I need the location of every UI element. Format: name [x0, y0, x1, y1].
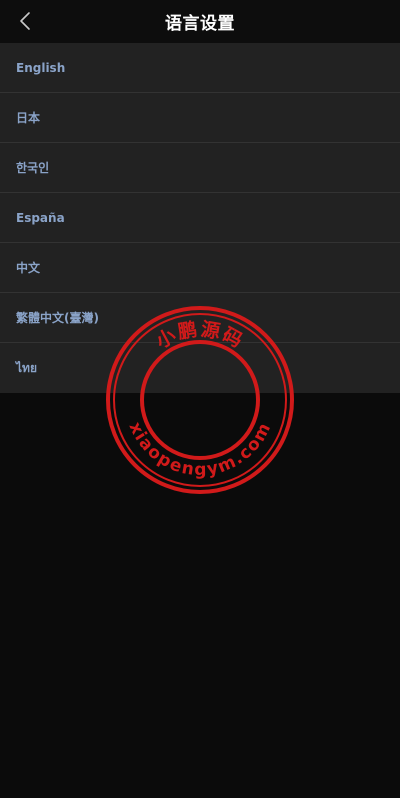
- language-label: 繁體中文(臺灣): [16, 311, 99, 325]
- language-list: English 日本 한국인 España 中文 繁體中文(臺灣) ไทย: [0, 43, 400, 393]
- header-bar: 语言设置: [0, 0, 400, 43]
- language-label: English: [16, 60, 66, 75]
- language-label: 한국인: [16, 161, 50, 175]
- language-label: España: [16, 210, 65, 225]
- language-label: ไทย: [16, 360, 37, 375]
- language-label: 中文: [16, 261, 41, 275]
- language-item-english[interactable]: English: [0, 43, 400, 93]
- stamp-bottom-text: xiaopengym.com: [125, 419, 276, 480]
- language-item-japanese[interactable]: 日本: [0, 93, 400, 143]
- language-label: 日本: [16, 111, 41, 125]
- language-item-thai[interactable]: ไทย: [0, 343, 400, 393]
- language-item-spanish[interactable]: España: [0, 193, 400, 243]
- chevron-left-icon: [20, 12, 30, 30]
- language-item-chinese-simplified[interactable]: 中文: [0, 243, 400, 293]
- language-item-korean[interactable]: 한국인: [0, 143, 400, 193]
- language-settings-screen: 语言设置 English 日本 한국인 España 中文 繁體中文(臺灣) ไ…: [0, 0, 400, 798]
- language-item-chinese-traditional[interactable]: 繁體中文(臺灣): [0, 293, 400, 343]
- back-button[interactable]: [12, 8, 38, 34]
- page-title: 语言设置: [165, 14, 235, 34]
